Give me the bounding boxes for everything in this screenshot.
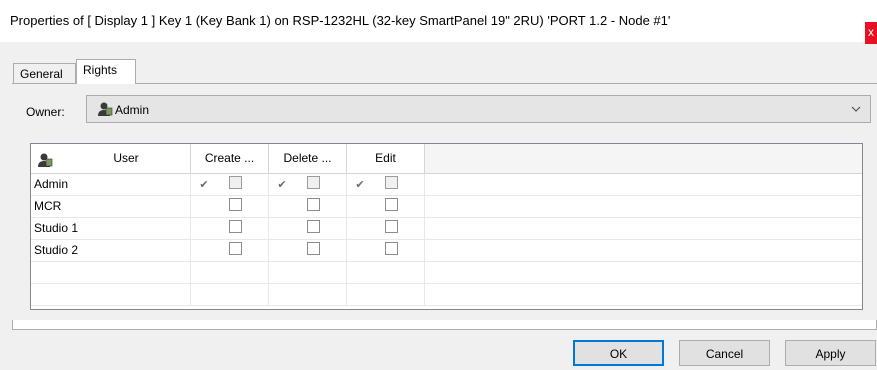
empty-cell [31, 262, 191, 284]
edit-cell: ✔ [347, 174, 425, 196]
inherited-check-icon: ✔ [199, 179, 209, 191]
inherited-check-icon: ✔ [277, 179, 287, 191]
edit-checkbox[interactable] [385, 242, 398, 255]
user-cell: Studio 2 [31, 240, 191, 262]
table-row[interactable]: MCR [31, 196, 862, 218]
ok-button[interactable]: OK [573, 340, 664, 366]
title-bar: Properties of [ Display 1 ] Key 1 (Key B… [0, 0, 877, 44]
column-header-user[interactable]: User [31, 144, 191, 173]
user-icon [37, 150, 53, 167]
delete-checkbox[interactable] [307, 198, 320, 211]
column-header-create-label: Create ... [204, 151, 255, 165]
column-header-filler [425, 144, 862, 173]
delete-checkbox[interactable] [307, 220, 320, 233]
cancel-button[interactable]: Cancel [679, 340, 770, 366]
edit-cell [347, 240, 425, 262]
user-icon [97, 101, 113, 117]
user-cell: Admin [31, 174, 191, 196]
edit-checkbox[interactable] [385, 220, 398, 233]
tab-rights-label: Rights [83, 63, 118, 77]
column-header-delete[interactable]: Delete ... [269, 144, 347, 173]
empty-row [31, 284, 862, 306]
edit-checkbox[interactable] [385, 176, 398, 189]
empty-cell [191, 262, 269, 284]
close-icon: x [868, 25, 874, 39]
user-cell: MCR [31, 196, 191, 218]
edit-cell [347, 218, 425, 240]
delete-checkbox[interactable] [307, 176, 320, 189]
create-checkbox[interactable] [229, 220, 242, 233]
empty-cell [191, 284, 269, 306]
create-cell [191, 196, 269, 218]
column-header-user-label: User [113, 151, 139, 165]
delete-cell [269, 240, 347, 262]
delete-checkbox[interactable] [307, 242, 320, 255]
delete-cell [269, 196, 347, 218]
rights-grid: User Create ... Delete ... Edit Admin ✔ … [30, 143, 863, 310]
column-header-edit-label: Edit [375, 151, 396, 165]
column-header-edit[interactable]: Edit [347, 144, 425, 173]
empty-cell [347, 262, 425, 284]
user-cell: Studio 1 [31, 218, 191, 240]
owner-label: Owner: [26, 105, 65, 119]
create-cell [191, 240, 269, 262]
grid-header: User Create ... Delete ... Edit [31, 144, 862, 174]
delete-cell: ✔ [269, 174, 347, 196]
table-row[interactable]: Admin ✔ ✔ ✔ [31, 174, 862, 196]
chevron-down-icon [850, 103, 862, 115]
close-button[interactable]: x [865, 22, 877, 44]
empty-cell [347, 284, 425, 306]
table-row[interactable]: Studio 1 [31, 218, 862, 240]
tab-general[interactable]: General [13, 63, 76, 84]
column-header-delete-label: Delete ... [283, 151, 332, 165]
create-cell: ✔ [191, 174, 269, 196]
edit-cell [347, 196, 425, 218]
create-checkbox[interactable] [229, 242, 242, 255]
delete-cell [269, 218, 347, 240]
create-checkbox[interactable] [229, 176, 242, 189]
tab-rights[interactable]: Rights [76, 59, 136, 84]
empty-row [31, 262, 862, 284]
tab-general-label: General [20, 67, 63, 81]
edit-checkbox[interactable] [385, 198, 398, 211]
create-cell [191, 218, 269, 240]
apply-button[interactable]: Apply [785, 340, 876, 366]
create-checkbox[interactable] [229, 198, 242, 211]
owner-value: Admin [115, 103, 150, 117]
owner-dropdown[interactable]: Admin [86, 95, 871, 123]
empty-cell [31, 284, 191, 306]
window-title: Properties of [ Display 1 ] Key 1 (Key B… [10, 13, 671, 28]
properties-dialog: Properties of [ Display 1 ] Key 1 (Key B… [0, 0, 877, 370]
empty-cell [269, 262, 347, 284]
inherited-check-icon: ✔ [355, 179, 365, 191]
table-row[interactable]: Studio 2 [31, 240, 862, 262]
column-header-create[interactable]: Create ... [191, 144, 269, 173]
empty-cell [269, 284, 347, 306]
